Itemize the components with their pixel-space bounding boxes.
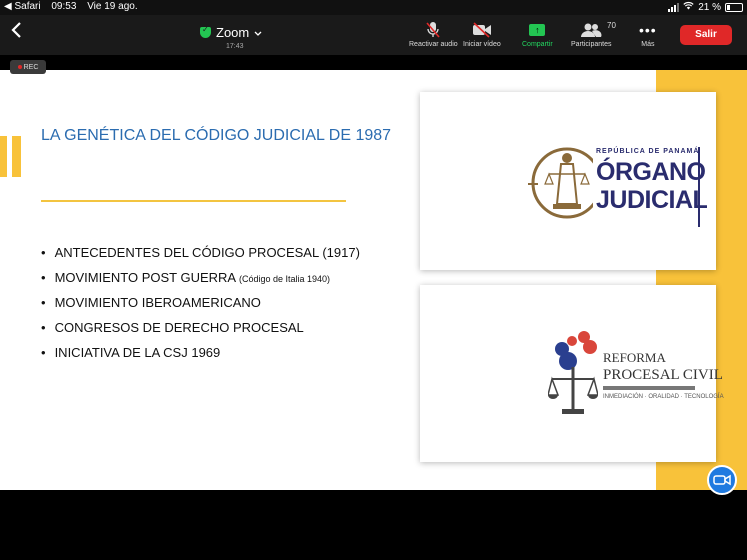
meeting-info[interactable]: Zoom 17:43 (200, 25, 272, 50)
bullet-text: INICIATIVA DE LA CSJ 1969 (54, 345, 221, 360)
battery-percent: 21 % (698, 1, 721, 13)
status-date: Vie 19 ago. (87, 1, 138, 12)
share-screen-button[interactable]: ↑ Compartir (522, 20, 553, 48)
leave-meeting-button[interactable]: Salir (680, 25, 732, 45)
logo-name-text: ÓRGANO JUDICIAL (596, 158, 708, 214)
bullet-item: MOVIMIENTO POST GUERRA (Código de Italia… (41, 269, 360, 294)
camera-toggle-button[interactable] (707, 465, 737, 495)
reform-title-line2: PROCESAL CIVIL (603, 367, 723, 383)
slide-title: LA GENÉTICA DEL CÓDIGO JUDICIAL DE 1987 (41, 127, 392, 144)
unmute-audio-label: Reactivar audio (409, 41, 458, 48)
video-camera-icon (713, 474, 731, 486)
logo-divider (698, 147, 700, 227)
bullet-item: ANTECEDENTES DEL CÓDIGO PROCESAL (1917) (41, 244, 360, 269)
organo-judicial-logo-card: REPÚBLICA DE PANAMÁ ÓRGANO JUDICIAL (420, 92, 716, 270)
video-off-icon (463, 20, 501, 40)
more-icon: ••• (639, 22, 657, 38)
muted-mic-icon (409, 20, 458, 40)
presentation-slide: LA GENÉTICA DEL CÓDIGO JUDICIAL DE 1987 … (0, 70, 747, 490)
participants-label: Participantes (571, 41, 612, 48)
shared-screen: REC LA GENÉTICA DEL CÓDIGO JUDICIAL DE 1… (0, 55, 747, 560)
reform-tagline: INMEDIACIÓN · ORALIDAD · TECNOLOGÍA (603, 394, 724, 400)
recording-badge: REC (10, 60, 46, 74)
bullet-text: MOVIMIENTO IBEROAMERICANO (54, 295, 261, 310)
meeting-toolbar: Zoom 17:43 Reactivar audio Iniciar vídeo… (0, 15, 747, 55)
title-underline (41, 200, 346, 202)
participants-icon (571, 20, 611, 40)
start-video-button[interactable]: Iniciar vídeo (463, 20, 501, 48)
logo-name-line1: ÓRGANO (596, 158, 706, 186)
bullet-item: MOVIMIENTO IBEROAMERICANO (41, 294, 360, 319)
justice-emblem-icon (528, 147, 593, 219)
battery-icon (725, 2, 743, 12)
more-button[interactable]: ••• Más (639, 20, 657, 48)
back-to-app-link[interactable]: ◀ Safari (4, 1, 41, 12)
bullet-text: ANTECEDENTES DEL CÓDIGO PROCESAL (1917) (54, 245, 360, 260)
cellular-signal-icon (668, 2, 680, 12)
encryption-shield-icon (200, 25, 211, 38)
reform-scales-icon (548, 331, 598, 414)
reforma-procesal-logo-card: REFORMA PROCESAL CIVIL INMEDIACIÓN · ORA… (420, 285, 724, 462)
start-video-label: Iniciar vídeo (463, 41, 501, 48)
status-time: 09:53 (51, 1, 77, 12)
back-chevron-icon[interactable] (10, 21, 22, 43)
share-screen-icon: ↑ (529, 24, 546, 36)
bullet-list: ANTECEDENTES DEL CÓDIGO PROCESAL (1917) … (41, 244, 360, 369)
reform-divider (603, 386, 695, 390)
share-screen-label: Compartir (522, 41, 553, 48)
logo-name-line2: JUDICIAL (596, 186, 708, 214)
slide-accent-stripe (12, 136, 21, 177)
bullet-item: INICIATIVA DE LA CSJ 1969 (41, 344, 360, 369)
participants-count: 70 (607, 21, 616, 30)
bullet-text: MOVIMIENTO POST GUERRA (54, 270, 239, 285)
bullet-item: CONGRESOS DE DERECHO PROCESAL (41, 319, 360, 344)
bullet-text: CONGRESOS DE DERECHO PROCESAL (54, 320, 304, 335)
record-dot-icon (17, 65, 22, 69)
meeting-duration: 17:43 (226, 43, 244, 50)
wifi-icon (683, 1, 694, 13)
more-label: Más (641, 41, 655, 48)
slide-accent-stripe (0, 136, 7, 177)
chevron-down-icon (254, 25, 262, 40)
meeting-title: Zoom (216, 25, 250, 40)
logo-country-text: REPÚBLICA DE PANAMÁ (596, 148, 700, 155)
status-bar: ◀ Safari 09:53 Vie 19 ago. 21 % (0, 0, 747, 15)
bullet-note: (Código de Italia 1940) (239, 274, 331, 284)
participants-button[interactable]: 70 Participantes (571, 20, 616, 48)
reform-title-line1: REFORMA (603, 350, 666, 365)
recording-label: REC (23, 63, 39, 71)
unmute-audio-button[interactable]: Reactivar audio (409, 20, 458, 48)
